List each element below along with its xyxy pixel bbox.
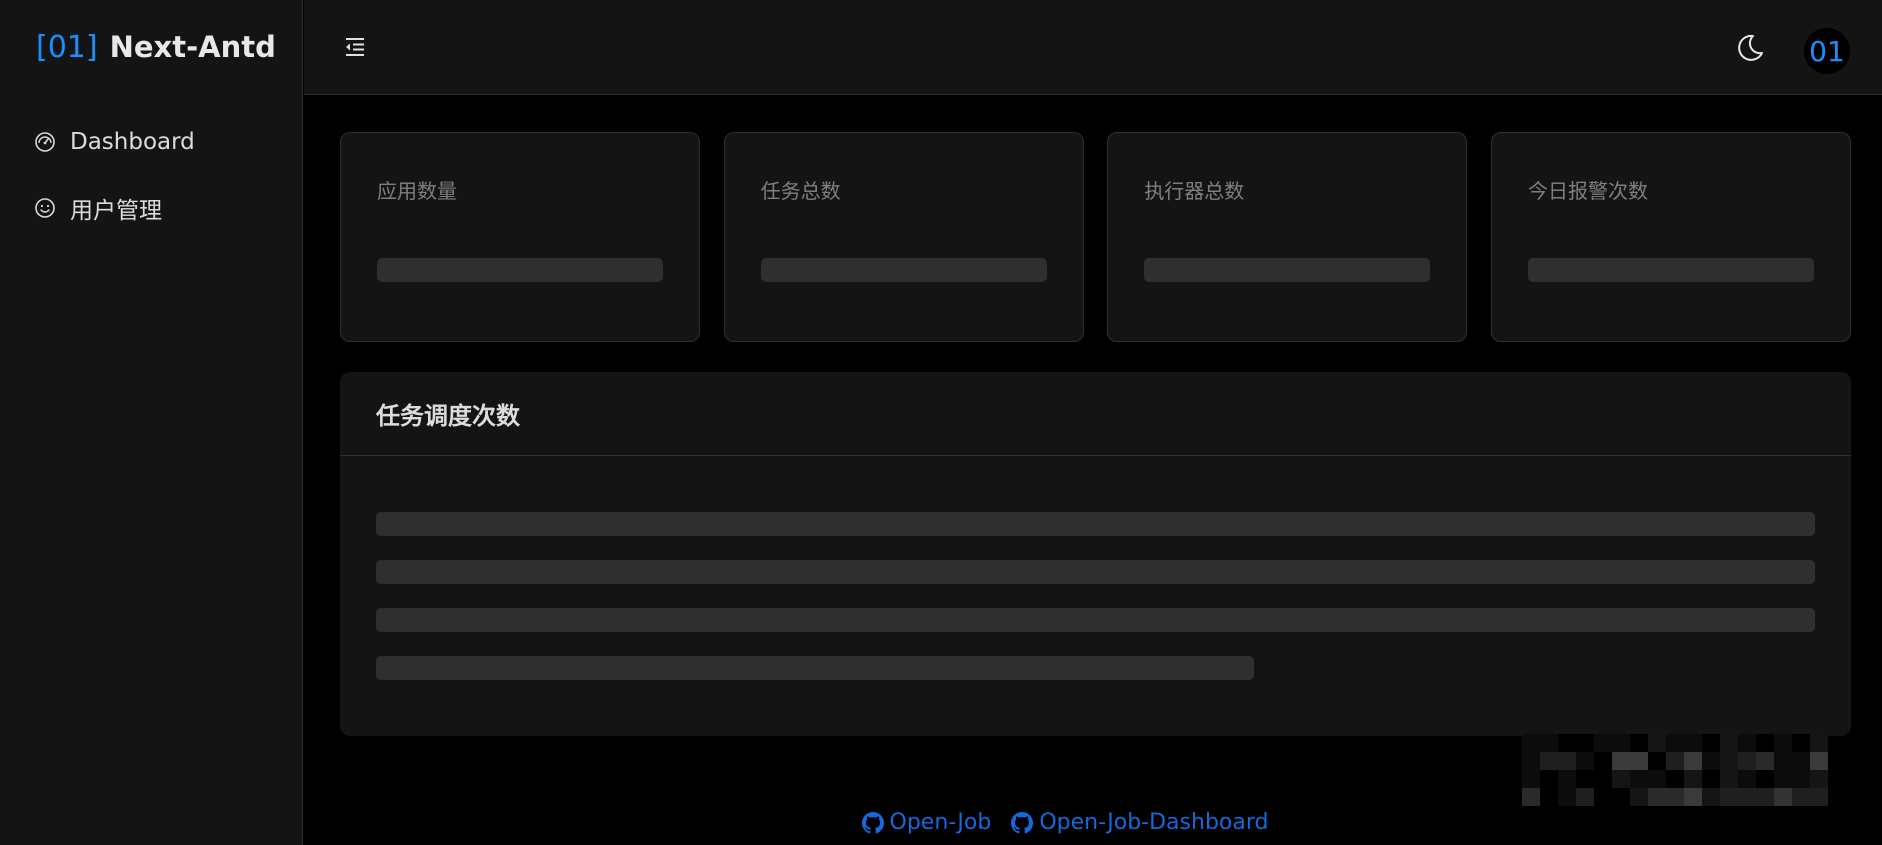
card-body xyxy=(340,456,1851,680)
card-title: 任务调度次数 xyxy=(376,402,520,430)
stat-card-alarm-today: 今日报警次数 xyxy=(1490,132,1851,342)
skeleton-line xyxy=(376,608,1815,632)
card-header: 任务调度次数 xyxy=(340,372,1851,456)
app-logo[interactable]: [01] Next-Antd xyxy=(36,26,276,68)
main-content: 应用数量 任务总数 执行器总数 今日报警次数 任务调度次数 xyxy=(340,132,1851,736)
stat-title: 今日报警次数 xyxy=(1527,179,1648,203)
logo-mark: [01] xyxy=(36,29,98,65)
skeleton-line xyxy=(376,560,1815,584)
obscured-region xyxy=(1522,734,1828,808)
avatar[interactable]: 01 xyxy=(1804,28,1850,74)
stat-title: 执行器总数 xyxy=(1144,179,1245,203)
skeleton-line xyxy=(377,258,663,282)
sidebar: [01] Next-Antd Dashboard 用户管理 xyxy=(0,0,303,845)
skeleton-line xyxy=(376,656,1254,680)
dashboard-icon xyxy=(34,131,56,153)
skeleton-line xyxy=(376,512,1815,536)
sidebar-item-label: 用户管理 xyxy=(70,198,162,224)
skeleton-line xyxy=(760,258,1047,282)
smile-icon xyxy=(34,197,56,219)
footer: Open-Job Open-Job-Dashboard xyxy=(304,810,1882,835)
open-job-dashboard-link[interactable]: Open-Job-Dashboard xyxy=(1011,810,1268,835)
moon-icon[interactable] xyxy=(1734,32,1766,64)
skeleton-line xyxy=(1527,258,1814,282)
app-title: Next-Antd xyxy=(109,30,276,64)
link-label: Open-Job-Dashboard xyxy=(1039,810,1269,835)
github-icon xyxy=(861,811,884,833)
sidebar-item-dashboard[interactable]: Dashboard xyxy=(0,116,303,168)
stat-cards: 应用数量 任务总数 执行器总数 今日报警次数 xyxy=(340,132,1851,342)
stat-card-app-count: 应用数量 xyxy=(340,132,700,342)
sidebar-item-user-management[interactable]: 用户管理 xyxy=(0,182,303,234)
stat-title: 应用数量 xyxy=(377,179,457,203)
stat-card-executor-total: 执行器总数 xyxy=(1107,132,1468,342)
stat-card-task-total: 任务总数 xyxy=(723,132,1084,342)
top-header: 01 xyxy=(304,0,1882,95)
sidebar-item-label: Dashboard xyxy=(70,129,195,155)
open-job-link[interactable]: Open-Job xyxy=(861,810,992,835)
menu-fold-icon[interactable] xyxy=(342,34,368,60)
link-label: Open-Job xyxy=(889,810,992,835)
schedule-count-card: 任务调度次数 xyxy=(340,372,1851,736)
stat-title: 任务总数 xyxy=(760,179,841,203)
side-menu: Dashboard 用户管理 xyxy=(0,116,303,248)
skeleton-line xyxy=(1144,258,1431,282)
github-icon xyxy=(1011,811,1034,833)
